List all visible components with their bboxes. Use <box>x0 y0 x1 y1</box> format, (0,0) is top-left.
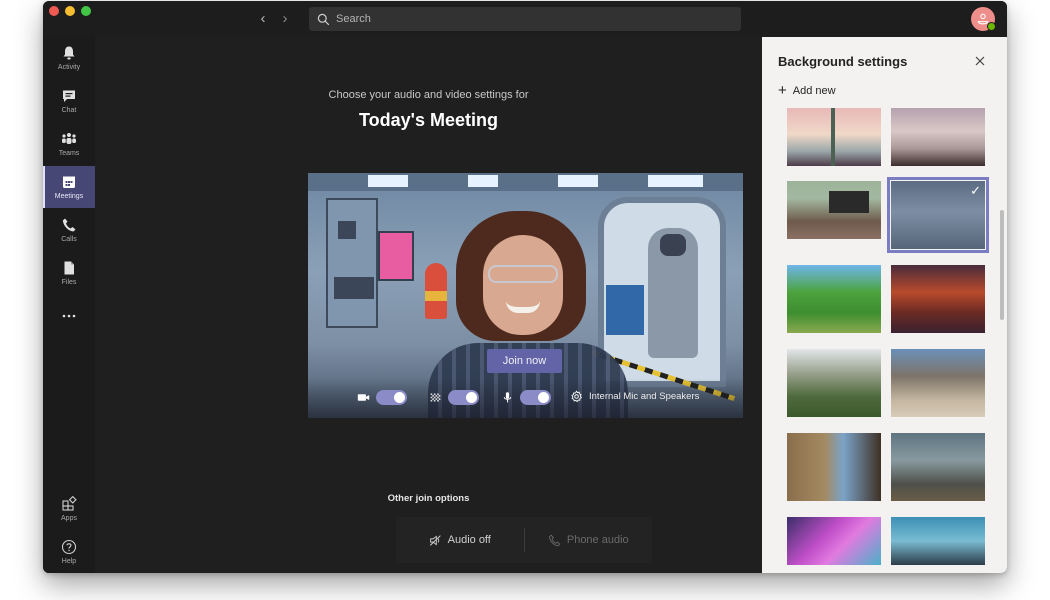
rail-label: Teams <box>58 150 80 157</box>
rail-item-calls[interactable]: Calls <box>43 209 95 251</box>
toggle-knob <box>466 392 477 403</box>
camera-icon <box>357 394 370 401</box>
background-thumbnail[interactable] <box>891 433 985 501</box>
forward-button[interactable]: › <box>277 10 293 28</box>
rail-item-files[interactable]: Files <box>43 252 95 294</box>
search-input[interactable]: Search <box>309 7 741 31</box>
gear-icon <box>571 390 583 403</box>
microphone-icon <box>503 392 512 403</box>
background-thumbnail[interactable] <box>787 265 881 333</box>
background-thumbnail-selected[interactable]: ✓ <box>887 177 989 253</box>
more-icon <box>62 314 76 318</box>
title-bar: ‹ › Search <box>43 1 1007 37</box>
background-thumbnail[interactable] <box>787 517 881 565</box>
background-thumbnail[interactable] <box>787 349 881 417</box>
search-placeholder: Search <box>336 13 371 25</box>
search-icon <box>317 13 330 25</box>
device-label: Internal Mic and Speakers <box>589 391 700 402</box>
video-bg-light <box>558 175 598 187</box>
phone-audio-button[interactable]: Phone audio <box>525 534 653 547</box>
rail-item-meetings[interactable]: Meetings <box>43 166 95 208</box>
panel-title: Background settings <box>778 54 908 69</box>
background-blur-toggle[interactable] <box>448 390 479 405</box>
panel-scrollbar[interactable] <box>1000 210 1004 320</box>
add-new-label: Add new <box>792 85 836 97</box>
help-icon <box>61 539 77 555</box>
toggle-knob <box>394 392 405 403</box>
presence-badge <box>987 22 996 31</box>
toggle-knob <box>538 392 549 403</box>
video-bg-rocket <box>425 263 447 319</box>
audio-off-label: Audio off <box>447 534 491 546</box>
camera-control <box>357 390 407 405</box>
video-bg-robot <box>648 228 698 358</box>
video-bg-grid <box>334 277 374 299</box>
back-button[interactable]: ‹ <box>255 10 271 28</box>
zoom-window-button[interactable] <box>81 6 91 16</box>
phone-icon <box>548 534 561 546</box>
close-window-button[interactable] <box>49 6 59 16</box>
camera-toggle[interactable] <box>376 390 407 405</box>
rail-label: Activity <box>57 64 81 71</box>
mic-control <box>501 390 551 405</box>
teams-icon <box>62 133 76 144</box>
background-thumbnail[interactable] <box>787 433 881 501</box>
rail-label: Help <box>61 558 77 565</box>
other-join-options: Audio off Phone audio <box>396 517 652 563</box>
rail-item-activity[interactable]: Activity <box>43 37 95 79</box>
phone-audio-label: Phone audio <box>566 534 629 546</box>
background-thumbnail[interactable] <box>787 108 881 166</box>
video-preview: Join now Internal Mic and Speakers <box>308 173 743 418</box>
meeting-title: Today's Meeting <box>359 110 498 130</box>
checkmark-icon: ✓ <box>970 183 981 198</box>
minimize-window-button[interactable] <box>65 6 75 16</box>
app-rail: Activity Chat Teams Meetings Calls Files… <box>43 37 95 573</box>
other-join-options-label: Other join options <box>387 493 470 504</box>
video-bg-light <box>368 175 408 187</box>
rail-item-chat[interactable]: Chat <box>43 80 95 122</box>
prejoin-stage: Choose your audio and video settings for… <box>95 37 762 573</box>
rail-label: Chat <box>61 107 77 114</box>
video-bg-machine <box>326 198 378 328</box>
video-bg-light <box>648 175 703 187</box>
speaker-off-icon <box>429 534 441 546</box>
device-settings-button[interactable]: Internal Mic and Speakers <box>570 390 699 403</box>
rail-label: Apps <box>61 515 77 522</box>
background-blur-icon <box>430 393 441 402</box>
background-settings-panel: Background settings + Add new ✓ <box>762 37 1007 573</box>
background-thumbnail[interactable] <box>891 349 985 417</box>
chat-icon <box>63 90 75 102</box>
add-new-background-button[interactable]: + Add new <box>778 82 836 99</box>
participant-glasses <box>488 265 558 283</box>
background-thumbnail[interactable] <box>787 181 881 239</box>
participant-face <box>483 235 563 335</box>
background-thumbnail[interactable] <box>891 265 985 333</box>
video-bg-screen <box>338 221 356 239</box>
rail-item-teams[interactable]: Teams <box>43 123 95 165</box>
video-bg-light <box>468 175 498 187</box>
prejoin-subtitle: Choose your audio and video settings for <box>328 89 529 101</box>
close-icon[interactable] <box>972 53 988 69</box>
video-bg-lava-lamp <box>378 231 414 281</box>
calendar-icon <box>63 176 75 188</box>
microphone-toggle[interactable] <box>520 390 551 405</box>
rail-label: Meetings <box>54 193 84 200</box>
teams-window: ‹ › Search Activity Chat Teams Meetings <box>43 1 1007 573</box>
blur-control <box>429 390 479 405</box>
file-icon <box>64 261 74 275</box>
rail-item-apps[interactable]: Apps <box>43 488 95 530</box>
plus-icon: + <box>778 82 787 99</box>
background-thumbnail[interactable] <box>891 517 985 565</box>
rail-label: Calls <box>61 236 77 243</box>
rail-label: Files <box>61 279 77 286</box>
audio-off-button[interactable]: Audio off <box>396 534 524 547</box>
rail-item-more[interactable] <box>43 295 95 337</box>
background-thumbnail[interactable] <box>891 108 985 166</box>
bell-icon <box>63 46 75 60</box>
rail-item-help[interactable]: Help <box>43 531 95 573</box>
video-bg-console <box>606 285 644 335</box>
join-now-button[interactable]: Join now <box>487 349 562 373</box>
phone-icon <box>62 218 76 232</box>
apps-icon <box>62 496 77 511</box>
